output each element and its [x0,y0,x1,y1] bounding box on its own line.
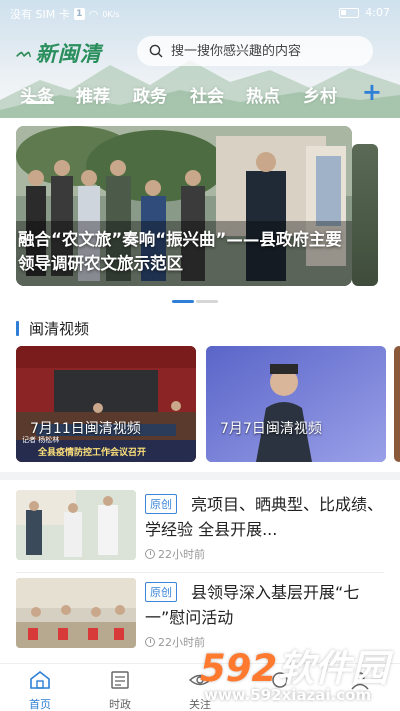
slide-dot [196,300,218,303]
sim-icon: 1 [73,8,85,20]
video-card[interactable]: 7月7日闽清视频 [206,346,386,462]
section-divider [0,472,400,480]
video-label: 7月7日闽清视频 [220,421,322,437]
banner-caption[interactable]: 融合“农文旅”奏响“振兴曲”——县政府主要领导调研农文旅示范区 [18,228,348,276]
active-tab-indicator [26,101,54,104]
video-card-peek[interactable] [394,346,400,462]
tab-xiangcun[interactable]: 乡村 [303,82,337,107]
app-logo[interactable]: ᨓ 新闽清 [16,38,102,68]
logo-text: 新闽清 [35,41,102,66]
nav-shizheng-label: 时政 [109,698,131,711]
status-bar: 没有 SIM 卡 1 ◠ 0K/s 4:07 [0,0,400,26]
section-title: 闽清视频 [16,318,89,339]
news-thumbnail [16,490,136,560]
video-card[interactable]: 7月11日闽清视频 记者 杨松林 全县疫情防控工作会议召开 [16,346,196,462]
watermark-brand-num: 592 [200,647,278,690]
clock-time: 4:07 [365,6,390,19]
nav-home-label: 首页 [29,698,51,711]
battery-icon [339,7,360,18]
news-time-text: 22小时前 [158,548,205,561]
watermark: 592软件园 www.592xiazai.com [196,636,400,711]
plus-icon[interactable]: + [362,78,382,106]
tab-tuijian[interactable]: 推荐 [76,82,110,107]
search-icon [149,44,163,58]
tab-zhengwu[interactable]: 政务 [133,82,167,107]
list-divider [16,572,384,573]
wifi-icon: ◠ [88,7,99,21]
video-overlay-caption: 全县疫情防控工作会议召开 [38,448,147,458]
news-time: 22小时前 [145,546,205,562]
tab-shehui[interactable]: 社会 [190,82,224,107]
channel-tabs: 头条 推荐 政务 社会 热点 乡村 [0,78,400,112]
watermark-brand-text: 软件园 [277,647,389,690]
clock-icon [145,549,155,559]
section-title-text: 闽清视频 [29,320,90,338]
watermark-brand: 592软件园 [200,638,388,692]
slide-dot [172,300,194,303]
nav-shizheng[interactable]: 时政 [90,670,150,711]
news-thumbnail [16,578,136,648]
slide-indicator [172,300,218,303]
carrier-text: 没有 SIM 卡 [10,8,70,21]
search-box[interactable] [137,36,373,66]
video-reporter: 记者 杨松林 [22,436,60,444]
clock-icon [145,637,155,647]
news-title: 县领导深入基层开展“七一”慰问活动 [145,583,360,627]
logo-mark-icon: ᨓ [16,45,33,61]
nav-home[interactable]: 首页 [10,670,70,711]
list-item[interactable]: 原创 亮项目、晒典型、比成绩、学经验 全县开展... 22小时前 [0,490,400,576]
net-speed: 0K/s [102,9,120,19]
section-accent-bar [16,321,19,336]
tab-redian[interactable]: 热点 [246,82,280,107]
news-title: 亮项目、晒典型、比成绩、学经验 全县开展... [145,495,384,539]
search-input[interactable] [171,43,371,59]
home-icon [30,670,50,689]
video-thumbnail [206,346,386,462]
banner-next-peek[interactable] [352,144,378,286]
watermark-url: www.592xiazai.com [204,686,372,704]
newspaper-icon [111,671,129,689]
